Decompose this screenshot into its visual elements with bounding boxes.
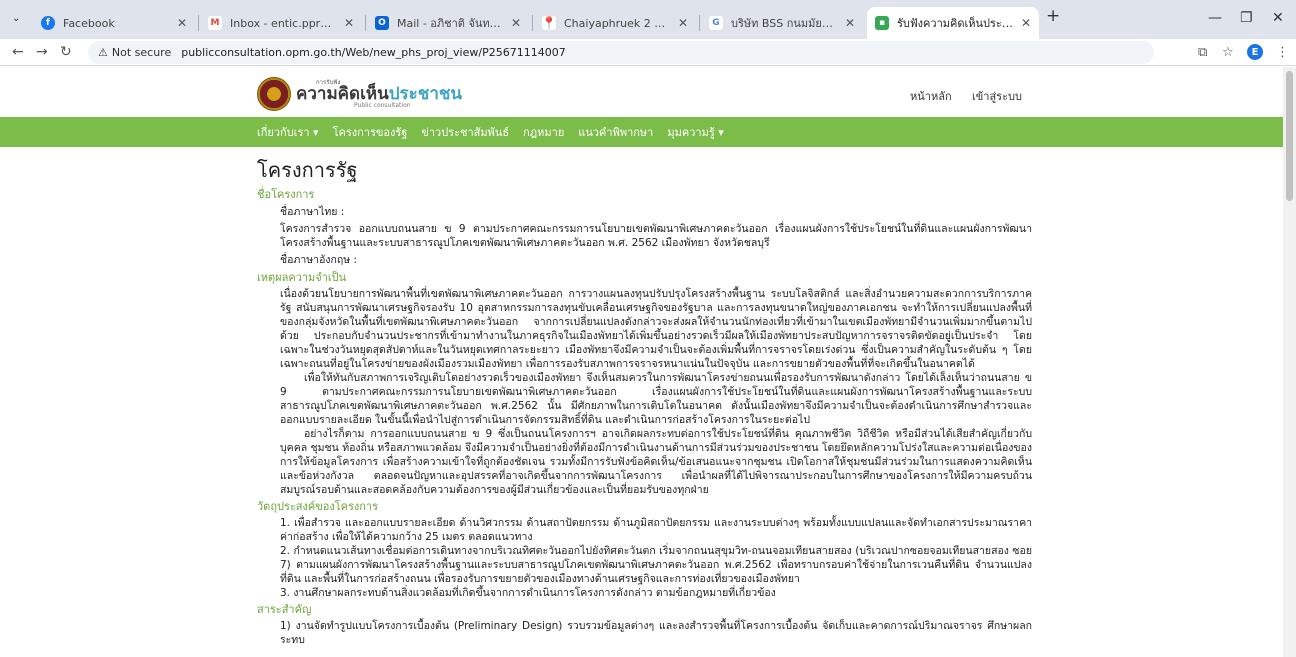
- facebook-icon: f: [41, 16, 55, 30]
- page-viewport: การรับฟัง ความคิดเห็นประชาชน Public cons…: [0, 67, 1283, 657]
- page-title: โครงการรัฐ: [257, 158, 358, 182]
- menu-item-knowledge[interactable]: มุมความรู้ ▾: [667, 123, 723, 141]
- reason-paragraph-3: อย่างไรก็ตาม การออกแบบถนนสาย ข 9 ซึ่งเป็…: [280, 428, 1032, 496]
- address-bar-row: ← → ↻ ⚠ Not secure publicconsultation.op…: [0, 39, 1296, 66]
- thai-name-label: ชื่อภาษาไทย :: [280, 206, 345, 218]
- google-icon: G: [709, 16, 723, 30]
- section-heading-essence: สาระสำคัญ: [257, 603, 312, 616]
- translate-icon[interactable]: ⧉: [1198, 45, 1207, 60]
- back-icon[interactable]: ←: [12, 44, 24, 60]
- menu-item-judgments[interactable]: แนวคำพิพากษา: [578, 123, 653, 141]
- tab-separator: [699, 15, 700, 31]
- tab-title: Facebook: [63, 16, 115, 30]
- security-label[interactable]: Not secure: [112, 46, 171, 59]
- close-icon[interactable]: ✕: [344, 16, 354, 30]
- warning-icon[interactable]: ⚠: [98, 46, 108, 59]
- tab-facebook[interactable]: f Facebook ✕: [33, 7, 195, 39]
- tab-title: Mail - อภิชาติ จันทร์แสงทุล - Outlo: [397, 17, 505, 30]
- nav-home-link[interactable]: หน้าหลัก: [910, 87, 952, 105]
- objective-item-1: 1. เพื่อสำรวจ และออกแบบรายละเอียด ด้านวิ…: [280, 517, 1032, 543]
- site-logo[interactable]: การรับฟัง ความคิดเห็นประชาชน Public cons…: [257, 77, 462, 111]
- close-icon[interactable]: ✕: [177, 16, 187, 30]
- restore-icon[interactable]: ❐: [1240, 10, 1253, 26]
- logo-main: ความคิดเห็นประชาชน: [296, 83, 463, 104]
- tab-google-search[interactable]: G บริษัท BSS กนมมัยพฤษ ท่ดยา - Go ✕: [701, 7, 863, 39]
- page-scrollbar[interactable]: [1283, 67, 1296, 657]
- close-icon[interactable]: ✕: [1021, 16, 1031, 30]
- close-icon[interactable]: ✕: [845, 16, 855, 30]
- tab-outlook[interactable]: O Mail - อภิชาติ จันทร์แสงทุล - Outlo ✕: [367, 7, 529, 39]
- tab-gmail[interactable]: M Inbox - entic.ppr@gmail.com - ✕: [200, 7, 362, 39]
- tab-public-consultation[interactable]: ▪ รับฟังความคิดเห็นประชาชน สำนักงาน ✕: [867, 7, 1039, 39]
- bookmark-star-icon[interactable]: ☆: [1222, 45, 1234, 60]
- close-icon[interactable]: ✕: [678, 16, 688, 30]
- outlook-icon: O: [375, 16, 389, 30]
- reload-icon[interactable]: ↻: [60, 44, 72, 60]
- tab-title: Chaiyaphruek 2 Rd - Google M: [564, 16, 672, 30]
- essence-item-1: 1) งานจัดทำรูปแบบโครงการเบื้องต้น (Preli…: [280, 620, 1032, 646]
- english-name-label: ชื่อภาษาอังกฤษ :: [280, 254, 358, 266]
- government-emblem-icon: [257, 77, 291, 111]
- tab-title: บริษัท BSS กนมมัยพฤษ ท่ดยา - Go: [731, 17, 839, 30]
- menu-item-law[interactable]: กฎหมาย: [523, 123, 564, 141]
- nav-login-link[interactable]: เข้าสู่ระบบ: [972, 87, 1022, 105]
- menu-item-about[interactable]: เกี่ยวกับเรา ▾: [257, 123, 319, 141]
- logo-main-2: ประชาชน: [388, 83, 463, 104]
- menu-item-gov-projects[interactable]: โครงการของรัฐ: [333, 123, 408, 141]
- tab-title: Inbox - entic.ppr@gmail.com -: [230, 16, 338, 30]
- tab-google-maps[interactable]: 📍 Chaiyaphruek 2 Rd - Google M ✕: [534, 7, 696, 39]
- tab-separator: [532, 15, 533, 31]
- minimize-icon[interactable]: —: [1208, 10, 1222, 26]
- reason-paragraph-2: เพื่อให้ทันกับสภาพการเจริญเติบโตอย่างรวด…: [280, 372, 1032, 426]
- main-menu-bar: เกี่ยวกับเรา ▾ โครงการของรัฐ ข่าวประชาสั…: [0, 117, 1283, 147]
- close-icon[interactable]: ✕: [511, 16, 521, 30]
- reason-paragraph-1: เนื่องด้วยนโยบายการพัฒนาพื้นที่เขตพัฒนาพ…: [280, 288, 1032, 370]
- site-favicon-icon: ▪: [875, 16, 889, 30]
- profile-avatar[interactable]: E: [1247, 44, 1263, 60]
- forward-icon[interactable]: →: [36, 44, 48, 60]
- menu-kebab-icon[interactable]: ⋮: [1276, 45, 1289, 60]
- tab-separator: [198, 15, 199, 31]
- new-tab-button[interactable]: +: [1046, 6, 1060, 26]
- project-content: โครงการรัฐ ชื่อโครงการ ชื่อภาษาไทย : โคร…: [257, 158, 1032, 647]
- tab-search-icon[interactable]: ⌄: [12, 13, 20, 24]
- main-menu: เกี่ยวกับเรา ▾ โครงการของรัฐ ข่าวประชาสั…: [257, 117, 738, 147]
- url-input[interactable]: ⚠ Not secure publicconsultation.opm.go.t…: [88, 41, 1154, 64]
- url-text[interactable]: publicconsultation.opm.go.th/Web/new_phs…: [181, 46, 565, 59]
- section-heading-name: ชื่อโครงการ: [257, 188, 315, 201]
- logo-text: การรับฟัง ความคิดเห็นประชาชน Public cons…: [296, 79, 463, 109]
- thai-name-text: โครงการสำรวจ ออกแบบถนนสาย ข 9 ตามประกาศค…: [280, 223, 1032, 249]
- gmail-icon: M: [208, 16, 222, 30]
- tab-title: รับฟังความคิดเห็นประชาชน สำนักงาน: [897, 17, 1015, 30]
- section-heading-reason: เหตุผลความจำเป็น: [257, 271, 347, 284]
- menu-item-news[interactable]: ข่าวประชาสัมพันธ์: [421, 123, 509, 141]
- objective-item-3: 3. งานศึกษาผลกระทบด้านสิ่งแวดล้อมที่เกิด…: [280, 587, 776, 599]
- section-heading-objectives: วัตถุประสงค์ของโครงการ: [257, 500, 379, 513]
- browser-tabstrip: ⌄ f Facebook ✕ M Inbox - entic.ppr@gmail…: [0, 0, 1296, 39]
- close-window-icon[interactable]: ✕: [1272, 10, 1284, 26]
- map-pin-icon: 📍: [541, 16, 557, 30]
- objective-item-2: 2. กำหนดแนวเส้นทางเชื่อมต่อการเดินทางจาก…: [280, 545, 1032, 585]
- tab-separator: [365, 15, 366, 31]
- logo-main-1: ความคิดเห็น: [296, 83, 389, 104]
- scrollbar-thumb[interactable]: [1286, 71, 1293, 201]
